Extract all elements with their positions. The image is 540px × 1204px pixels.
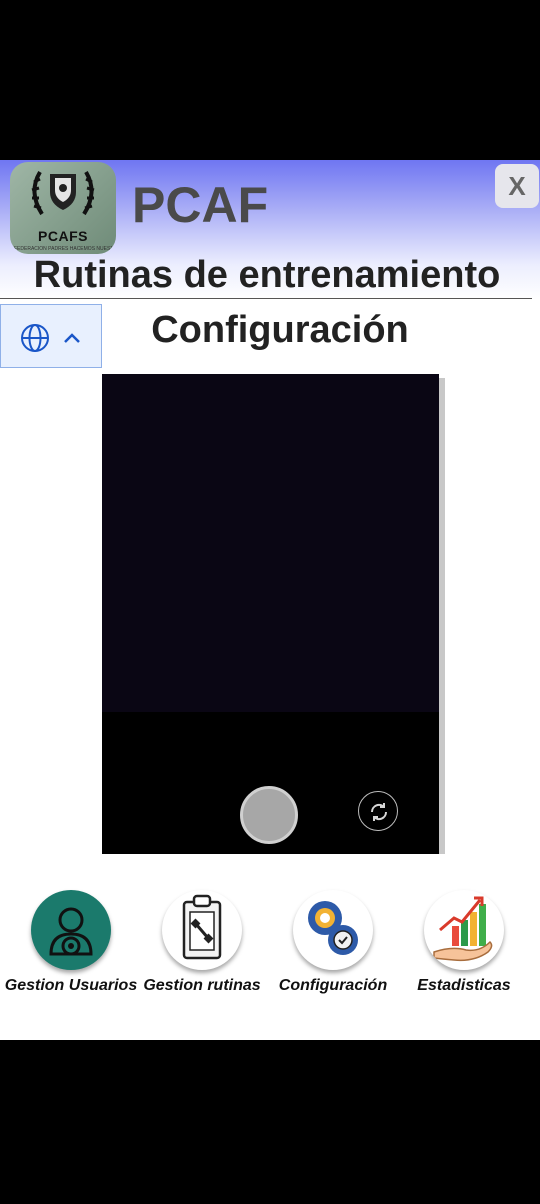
page-subtitle: Rutinas de entrenamiento: [33, 254, 501, 296]
globe-icon: [21, 324, 49, 352]
logo-text: PCAFS: [38, 228, 88, 244]
app-screen: PCAFS FEDERACION PADRES HACEMOS NUESTRO …: [0, 160, 540, 1040]
nav-label: Gestion Usuarios: [4, 977, 138, 994]
logo-subtext: FEDERACION PADRES HACEMOS NUESTRO: [14, 246, 112, 252]
app-title: PCAF: [132, 177, 269, 233]
camera-preview: [102, 374, 439, 854]
camera-shadow: [439, 378, 445, 854]
pcafs-logo: PCAFS FEDERACION PADRES HACEMOS NUESTRO: [10, 162, 116, 254]
language-toggle-button[interactable]: [0, 304, 102, 368]
close-button[interactable]: X: [495, 164, 539, 208]
chevron-up-icon: [64, 333, 80, 343]
nav-label: Configuración: [278, 977, 388, 994]
shutter-button[interactable]: [240, 786, 298, 844]
gears-icon[interactable]: [293, 890, 373, 970]
header-divider: [0, 298, 532, 299]
camera-flip-icon: [370, 803, 388, 821]
camera-viewfinder: [102, 374, 439, 712]
user-gear-icon[interactable]: [31, 890, 111, 970]
switch-camera-button[interactable]: [358, 791, 398, 831]
clipboard-dumbbell-icon[interactable]: [162, 890, 242, 970]
nav-label: Estadisticas: [417, 977, 511, 994]
section-title: Configuración: [151, 309, 409, 351]
nav-label: Gestion rutinas: [143, 977, 261, 994]
chart-hand-icon[interactable]: [424, 890, 504, 970]
